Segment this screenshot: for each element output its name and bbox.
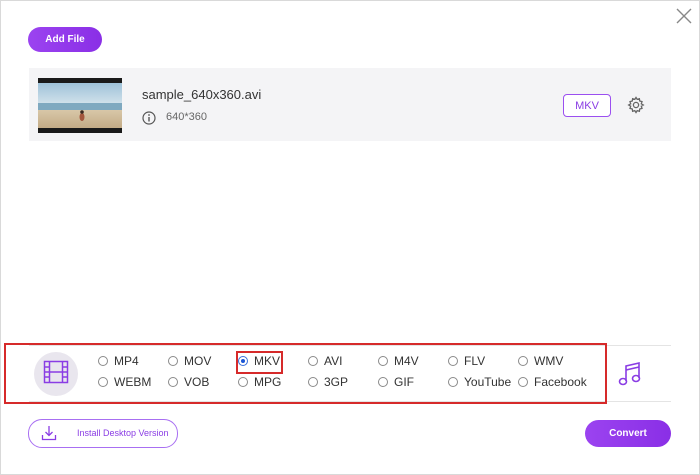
info-icon[interactable] [142, 111, 156, 125]
file-list-item: sample_640x360.avi 640*360 MKV [29, 68, 671, 141]
format-panel-highlight [4, 343, 607, 404]
install-label: Install Desktop Version [77, 428, 169, 438]
file-name: sample_640x360.avi [142, 87, 262, 102]
music-note-icon [618, 361, 642, 391]
output-format-badge[interactable]: MKV [563, 94, 611, 117]
audio-format-tab[interactable] [618, 361, 642, 387]
video-thumbnail [38, 78, 122, 133]
install-desktop-button[interactable]: Install Desktop Version [28, 419, 178, 448]
convert-button[interactable]: Convert [585, 420, 671, 447]
close-icon[interactable] [674, 6, 694, 26]
gear-icon[interactable] [627, 96, 645, 114]
add-file-button[interactable]: Add File [28, 27, 102, 52]
file-resolution: 640*360 [166, 111, 207, 123]
download-icon [41, 425, 57, 441]
